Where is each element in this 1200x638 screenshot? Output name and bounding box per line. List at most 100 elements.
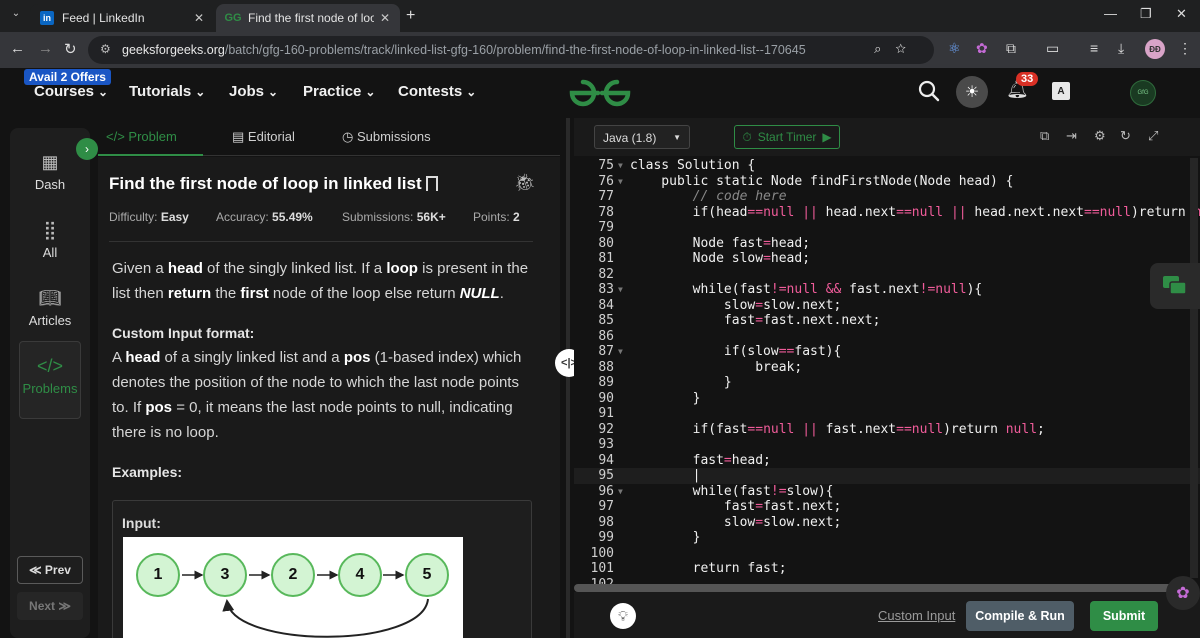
code-line[interactable]: 96 ▼ while(fast!=slow){ — [574, 484, 1200, 500]
ai-assistant-brain-icon[interactable]: ✿ — [1166, 576, 1200, 610]
tab-editorial[interactable]: ▤ Editorial — [232, 129, 295, 145]
nav-courses[interactable]: Courses ⌄ — [34, 83, 108, 100]
code-line[interactable]: 95 | — [574, 468, 1200, 484]
code-line[interactable]: 92 if(fast==null || fast.next==null)retu… — [574, 422, 1200, 438]
browser-tab-linkedin[interactable]: in Feed | LinkedIn ✕ — [30, 4, 214, 32]
extensions-puzzle-icon[interactable]: ⧉ — [1006, 40, 1016, 57]
copy-icon[interactable]: ⧉ — [1040, 128, 1049, 144]
collapse-sidebar-chevron-icon[interactable]: › — [76, 138, 98, 160]
browser-menu-icon[interactable]: ⋮ — [1178, 40, 1192, 57]
url-bar[interactable]: ⚙ geeksforgeeks.org/batch/gfg-160-proble… — [88, 36, 934, 64]
translate-icon[interactable]: A — [1052, 82, 1070, 100]
code-line[interactable]: 93 — [574, 437, 1200, 453]
code-line[interactable]: 84 slow=slow.next; — [574, 298, 1200, 314]
sidebar-item-dash[interactable]: ▦ Dash — [10, 152, 90, 192]
theme-toggle-sun-icon[interactable]: ☀ — [956, 76, 988, 108]
accuracy-label: Accuracy: — [216, 210, 269, 224]
code-line[interactable]: 77 // code here — [574, 189, 1200, 205]
next-button[interactable]: Next ≫ — [17, 592, 83, 620]
tab-problem[interactable]: </> Problem — [106, 129, 177, 144]
close-tab-icon[interactable]: ✕ — [380, 11, 390, 25]
code-line[interactable]: 75 ▼ class Solution { — [574, 158, 1200, 174]
nav-jobs[interactable]: Jobs ⌄ — [229, 83, 278, 100]
prev-button[interactable]: ≪ Prev — [17, 556, 83, 584]
code-editor[interactable]: 75 ▼ class Solution {76 ▼ public static Nod… — [574, 156, 1200, 592]
code-line[interactable]: 85 fast=fast.next.next; — [574, 313, 1200, 329]
difficulty-value: Easy — [160, 210, 189, 224]
zoom-star-icons[interactable]: ⌕☆ — [874, 41, 920, 57]
media-controls-icon[interactable]: ≡ — [1090, 40, 1098, 56]
nav-practice[interactable]: Practice ⌄ — [303, 83, 375, 100]
gfg-logo[interactable] — [568, 78, 632, 108]
tab-submissions[interactable]: ◷ Submissions — [342, 129, 431, 145]
code-line[interactable]: 79 — [574, 220, 1200, 236]
code-line[interactable]: 94 fast=head; — [574, 453, 1200, 469]
code-line[interactable]: 78 if(head==null || head.next==null || h… — [574, 205, 1200, 221]
start-timer-button[interactable]: ⏱ Start Timer ▶ — [734, 125, 840, 149]
nav-contests[interactable]: Contests ⌄ — [398, 83, 476, 100]
reload-icon[interactable]: ↻ — [64, 40, 77, 58]
minimize-button[interactable]: — — [1104, 6, 1117, 21]
code-line[interactable]: 76 ▼ public static Node findFirstNode(Nod… — [574, 174, 1200, 190]
forward-arrow-icon[interactable]: → — [38, 40, 53, 57]
profile-avatar[interactable]: ĐĐ — [1145, 39, 1165, 59]
fullscreen-icon[interactable]: ⤢ — [1148, 128, 1158, 144]
new-tab-button[interactable]: + — [406, 7, 415, 25]
submissions-value: 56K+ — [416, 210, 446, 224]
custom-input-link[interactable]: Custom Input — [878, 608, 955, 623]
tab-search-icon[interactable]: ⌄ — [8, 8, 24, 24]
panel-splitter[interactable] — [566, 118, 570, 638]
code-line[interactable]: 80 Node fast=head; — [574, 236, 1200, 252]
code-line[interactable]: 101 return fast; — [574, 561, 1200, 577]
language-select[interactable]: Java (1.8) ▼ — [594, 125, 690, 149]
site-settings-icon[interactable]: ⚙ — [100, 42, 111, 56]
fold-chevron-icon[interactable]: ▼ — [618, 344, 623, 360]
close-window-button[interactable]: ✕ — [1176, 6, 1187, 22]
code-line[interactable]: 99 } — [574, 530, 1200, 546]
code-line[interactable]: 97 fast=fast.next; — [574, 499, 1200, 515]
code-line[interactable]: 82 — [574, 267, 1200, 283]
back-arrow-icon[interactable]: ← — [10, 40, 25, 57]
fold-chevron-icon[interactable]: ▼ — [618, 158, 623, 174]
code-line[interactable]: 86 — [574, 329, 1200, 345]
sidebar-item-problems[interactable]: </> Problems — [19, 341, 81, 419]
compile-run-button[interactable]: Compile & Run — [966, 601, 1074, 631]
bookmark-icon[interactable] — [425, 176, 438, 191]
sidebar-item-all[interactable]: ⣿ All — [10, 220, 90, 260]
settings-gear-icon[interactable]: ⚙ — [1094, 128, 1106, 144]
text: of the singly linked list. If a — [202, 260, 387, 277]
user-avatar[interactable]: GfG — [1130, 80, 1156, 106]
nav-tutorials[interactable]: Tutorials ⌄ — [129, 83, 205, 100]
fold-chevron-icon[interactable]: ▼ — [618, 484, 623, 500]
hint-lightbulb-icon[interactable]: 💡︎ — [610, 603, 636, 629]
search-icon[interactable] — [918, 80, 940, 102]
sidebar-item-articles[interactable]: 📖︎ Articles — [10, 288, 90, 328]
code-line[interactable]: 89 } — [574, 375, 1200, 391]
react-devtools-icon[interactable]: ⚛ — [948, 40, 961, 57]
close-tab-icon[interactable]: ✕ — [194, 11, 204, 25]
code-line[interactable]: 88 break; — [574, 360, 1200, 376]
vertical-scrollbar[interactable] — [1190, 158, 1198, 578]
chat-icon[interactable] — [1150, 263, 1200, 309]
fold-chevron-icon[interactable]: ▼ — [618, 174, 623, 190]
horizontal-scrollbar[interactable] — [574, 584, 1174, 592]
line-number: 98 — [598, 514, 614, 530]
fold-chevron-icon[interactable]: ▼ — [618, 282, 623, 298]
import-file-icon[interactable]: ⇥ — [1066, 128, 1077, 144]
brain-extension-icon[interactable]: ✿ — [976, 40, 988, 57]
browser-tab-gfg[interactable]: GG Find the first node of loop in lin ✕ — [216, 4, 400, 32]
code-line[interactable]: 100 — [574, 546, 1200, 562]
reset-icon[interactable]: ↻ — [1120, 128, 1131, 144]
submit-button[interactable]: Submit — [1090, 601, 1158, 631]
code-line[interactable]: 91 — [574, 406, 1200, 422]
code-line[interactable]: 83 ▼ while(fast!=null && fast.next!=null)… — [574, 282, 1200, 298]
code-line[interactable]: 81 Node slow=head; — [574, 251, 1200, 267]
problem-title: Find the first node of loop in linked li… — [109, 174, 422, 193]
download-icon[interactable]: ⤓ — [1118, 40, 1124, 57]
code-line[interactable]: 87 ▼ if(slow==fast){ — [574, 344, 1200, 360]
report-bug-icon[interactable]: 🐞︎ — [514, 173, 536, 193]
restore-button[interactable]: ❐ — [1140, 6, 1152, 22]
code-line[interactable]: 90 } — [574, 391, 1200, 407]
reading-list-icon[interactable]: ▭ — [1046, 40, 1059, 57]
code-line[interactable]: 98 slow=slow.next; — [574, 515, 1200, 531]
